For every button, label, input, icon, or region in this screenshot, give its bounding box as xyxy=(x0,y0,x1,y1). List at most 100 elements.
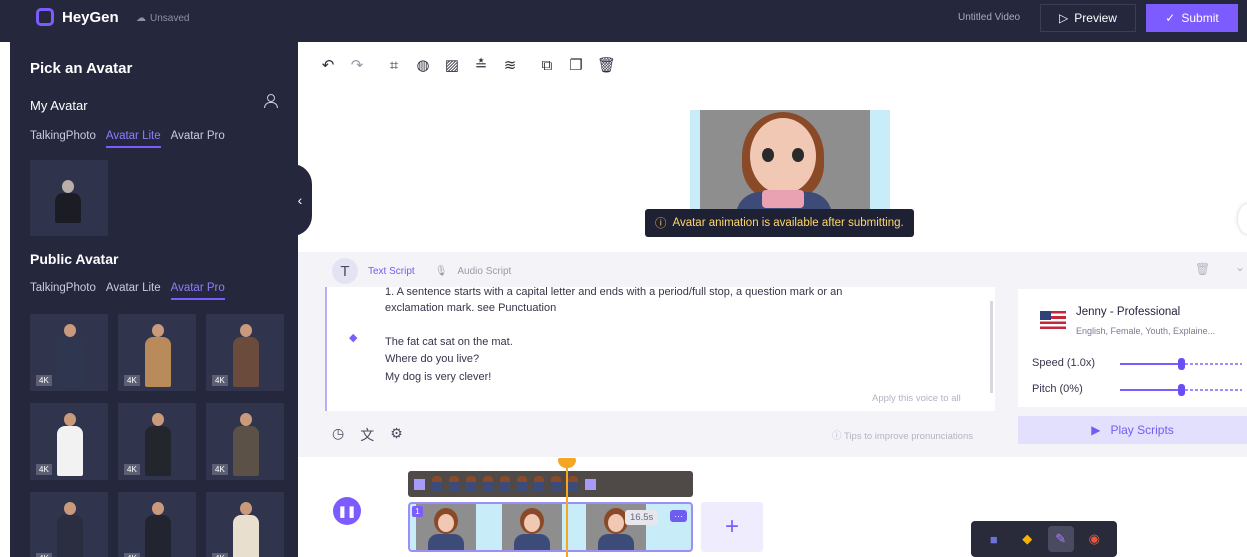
texture-icon[interactable]: ▨ xyxy=(444,56,460,74)
tab-public-avatar-lite[interactable]: Avatar Lite xyxy=(106,282,161,300)
playhead[interactable] xyxy=(566,458,568,557)
copy-icon[interactable]: ❐ xyxy=(568,56,584,74)
tab-text-script[interactable]: Text Script xyxy=(368,266,415,277)
duplicate-icon[interactable]: ⧉ xyxy=(539,57,555,74)
edge-handle[interactable] xyxy=(1238,204,1247,234)
delete-script-icon[interactable]: 🗑 xyxy=(1195,262,1210,276)
script-line: exclamation mark. see Punctuation xyxy=(385,302,557,314)
teams-icon[interactable]: ■ xyxy=(981,526,1007,552)
timeline-pause-button[interactable]: ❚❚ xyxy=(333,497,361,525)
collapse-sidebar-button[interactable]: ‹ xyxy=(288,164,312,236)
avatar-card[interactable]: 4K xyxy=(118,403,196,480)
quality-badge: 4K xyxy=(124,553,140,557)
script-line: The fat cat sat on the mat. xyxy=(385,336,513,348)
avatar-card[interactable]: 4K xyxy=(118,492,196,557)
speed-slider-thumb[interactable] xyxy=(1178,358,1185,370)
avatar-card[interactable]: 4K xyxy=(30,492,108,557)
public-avatar-tabs: TalkingPhoto Avatar Lite Avatar Pro xyxy=(30,282,225,300)
browser-icon[interactable]: ◉ xyxy=(1081,526,1107,552)
play-outline-icon: ▷ xyxy=(1059,11,1069,25)
quality-badge: 4K xyxy=(212,464,228,475)
play-scripts-label: Play Scripts xyxy=(1110,423,1174,437)
clock-icon[interactable]: ◷ xyxy=(332,425,344,445)
play-scripts-button[interactable]: ▶ Play Scripts xyxy=(1018,416,1247,444)
script-line: Where do you live? xyxy=(385,353,480,365)
speed-label: Speed (1.0x) xyxy=(1032,357,1095,369)
info-icon: ⓘ xyxy=(832,431,842,442)
avatar-figure xyxy=(57,413,83,476)
avatar-figure xyxy=(55,180,81,224)
public-avatar-grid: 4K 4K 4K 4K 4K 4K 4K 4K 4K xyxy=(30,314,284,557)
video-title[interactable]: Untitled Video xyxy=(958,12,1020,23)
avatar-card[interactable]: 4K xyxy=(30,314,108,391)
add-scene-button[interactable]: + xyxy=(701,502,763,552)
voice-description: English, Female, Youth, Explaine... xyxy=(1076,326,1216,336)
microphone-icon[interactable]: 🎙 xyxy=(435,266,448,277)
crop-icon[interactable]: ⌗ xyxy=(386,57,402,74)
my-avatar-heading: My Avatar xyxy=(30,98,88,113)
apply-voice-link[interactable]: Apply this voice to all xyxy=(872,393,961,404)
pronunciation-tips-link[interactable]: ⓘ Tips to improve pronunciations xyxy=(832,428,973,442)
voice-marker-icon: ◆ xyxy=(349,332,358,344)
tab-my-avatar-lite[interactable]: Avatar Lite xyxy=(105,130,161,148)
quality-badge: 4K xyxy=(36,375,52,386)
pitch-slider-thumb[interactable] xyxy=(1178,384,1185,396)
color-icon[interactable]: ◍ xyxy=(415,56,431,74)
quality-badge: 4K xyxy=(36,553,52,557)
save-status: ☁ Unsaved xyxy=(136,13,189,24)
script-line: 1. A sentence starts with a capital lett… xyxy=(385,286,843,298)
tab-my-talkingphoto[interactable]: TalkingPhoto xyxy=(30,130,96,148)
brand-name: HeyGen xyxy=(62,8,119,26)
avatar-card[interactable]: 4K xyxy=(206,492,284,557)
align-icon[interactable]: ≛ xyxy=(473,56,489,74)
check-icon: ✓ xyxy=(1165,11,1176,25)
translate-icon[interactable]: 文 xyxy=(360,425,374,445)
pitch-slider[interactable] xyxy=(1120,384,1242,396)
sidebar-title: Pick an Avatar xyxy=(30,60,133,77)
top-header: HeyGen ☁ Unsaved Untitled Video ▷ Previe… xyxy=(0,0,1247,42)
us-flag-icon xyxy=(1040,311,1066,329)
redo-icon[interactable]: ↷ xyxy=(349,56,365,74)
avatar-card[interactable]: 4K xyxy=(206,403,284,480)
script-tabs: T Text Script 🎙 Audio Script xyxy=(332,258,511,284)
speed-slider[interactable] xyxy=(1120,358,1242,370)
paint-icon[interactable]: ◆ xyxy=(1014,526,1040,552)
tab-audio-script[interactable]: Audio Script xyxy=(457,266,511,277)
submit-button[interactable]: ✓ Submit xyxy=(1146,4,1238,32)
scene-more-button[interactable]: ··· xyxy=(670,510,687,522)
preview-button[interactable]: ▷ Preview xyxy=(1040,4,1136,32)
script-line: My dog is very clever! xyxy=(385,371,492,383)
chevron-down-icon[interactable]: ⌄ xyxy=(1235,260,1245,274)
pen-icon[interactable]: ✎ xyxy=(1047,526,1074,552)
play-icon: ▶ xyxy=(1091,423,1101,437)
scene-duration: 16.5s xyxy=(625,510,659,525)
undo-icon[interactable]: ↶ xyxy=(320,56,336,74)
text-script-icon[interactable]: T xyxy=(332,258,358,284)
avatar-sidebar: Pick an Avatar My Avatar TalkingPhoto Av… xyxy=(10,42,298,557)
scene-clip[interactable]: 1 16.5s ··· xyxy=(408,502,693,552)
tab-my-avatar-pro[interactable]: Avatar Pro xyxy=(171,130,225,148)
avatar-figure xyxy=(57,502,83,557)
delete-icon[interactable]: 🗑 xyxy=(597,56,616,74)
editor-scrollbar[interactable] xyxy=(990,301,993,393)
track-start-handle[interactable] xyxy=(414,478,425,490)
avatar-card[interactable]: 4K xyxy=(118,314,196,391)
voice-name[interactable]: Jenny - Professional xyxy=(1076,306,1180,318)
layers-icon[interactable]: ≋ xyxy=(502,56,518,74)
tab-public-avatar-pro[interactable]: Avatar Pro xyxy=(170,282,225,300)
avatar-figure xyxy=(145,324,171,387)
my-avatar-thumbnail[interactable] xyxy=(30,160,108,236)
avatar-card[interactable]: 4K xyxy=(30,403,108,480)
avatar-track[interactable] xyxy=(408,471,693,497)
settings-icon[interactable]: ⚙ xyxy=(390,425,403,445)
tab-public-talkingphoto[interactable]: TalkingPhoto xyxy=(30,282,96,300)
animation-notice: ⓘ Avatar animation is available after su… xyxy=(645,209,914,237)
avatar-figure xyxy=(145,502,171,557)
brand-logo[interactable]: HeyGen xyxy=(36,8,119,26)
track-end-handle[interactable] xyxy=(585,478,596,490)
chevron-left-icon: ‹ xyxy=(297,192,303,208)
info-circle-icon: ⓘ xyxy=(655,218,667,230)
user-icon[interactable] xyxy=(264,94,278,108)
quality-badge: 4K xyxy=(124,375,140,386)
avatar-card[interactable]: 4K xyxy=(206,314,284,391)
